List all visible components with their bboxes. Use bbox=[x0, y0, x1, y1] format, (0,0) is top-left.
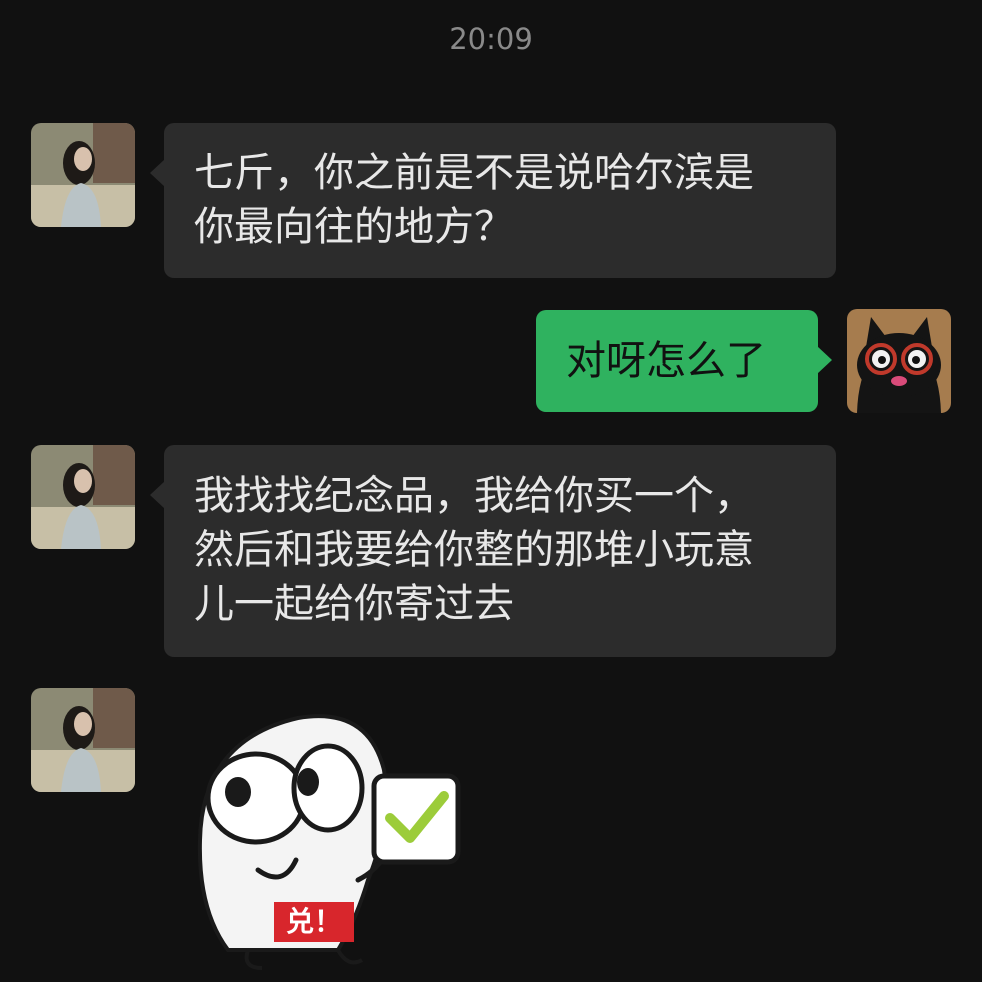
message-timestamp: 20:09 bbox=[449, 22, 533, 56]
contact-avatar[interactable] bbox=[31, 688, 135, 792]
message-bubble-incoming[interactable]: 七斤，你之前是不是说哈尔滨是 你最向往的地方？ bbox=[150, 123, 836, 278]
message-text: 我找找纪念品，我给你买一个， bbox=[194, 473, 754, 519]
message-bubble-incoming[interactable]: 我找找纪念品，我给你买一个， 然后和我要给你整的那堆小玩意 儿一起给你寄过去 bbox=[150, 445, 836, 657]
contact-avatar[interactable] bbox=[31, 445, 135, 549]
sticker-label: 兑！ bbox=[285, 905, 342, 938]
message-text: 你最向往的地方？ bbox=[194, 204, 514, 250]
message-bubble-outgoing[interactable]: 对呀怎么了 bbox=[536, 310, 832, 412]
message-text: 儿一起给你寄过去 bbox=[194, 581, 514, 627]
message-text: 然后和我要给你整的那堆小玩意 bbox=[194, 527, 754, 573]
sticker-message[interactable]: 兑！ bbox=[178, 710, 468, 972]
contact-avatar[interactable] bbox=[31, 123, 135, 227]
message-text: 七斤，你之前是不是说哈尔滨是 bbox=[194, 150, 754, 196]
message-text: 对呀怎么了 bbox=[566, 338, 766, 384]
user-avatar[interactable] bbox=[847, 309, 951, 413]
